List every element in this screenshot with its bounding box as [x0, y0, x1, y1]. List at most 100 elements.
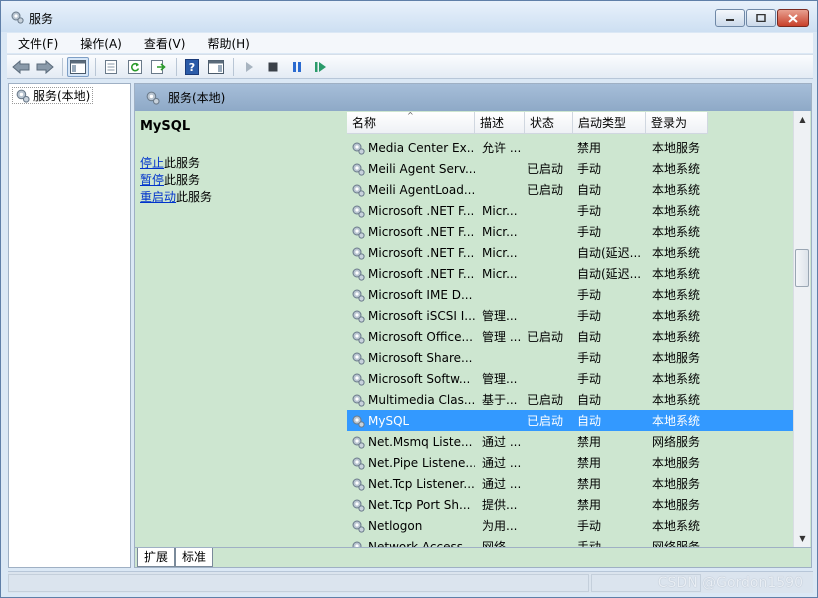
- maximize-icon: [756, 14, 766, 22]
- service-name-cell: Net.Pipe Listene...: [347, 456, 475, 470]
- service-name-cell: Microsoft Softw...: [347, 372, 475, 386]
- tab-standard[interactable]: 标准: [175, 548, 214, 567]
- console-tree: 服务(本地): [8, 83, 131, 568]
- menu-help[interactable]: 帮助(H): [196, 35, 260, 52]
- service-row[interactable]: Media Center Ex... 允许 ... 禁用 本地服务: [347, 137, 793, 158]
- service-row[interactable]: Microsoft Softw... 管理... 手动 本地系统: [347, 368, 793, 389]
- service-name: Microsoft Share...: [368, 350, 473, 365]
- service-row[interactable]: Microsoft Share... 手动 本地服务: [347, 347, 793, 368]
- service-row[interactable]: Microsoft .NET F... Micr... 手动 本地系统: [347, 200, 793, 221]
- pane-body: MySQL 停止此服务 暂停此服务 重启动此服务 ^ 名称 描述 状态 启动类型 …: [135, 111, 811, 547]
- service-row[interactable]: Net.Tcp Port Sh... 提供... 禁用 本地服务: [347, 494, 793, 515]
- service-gear-icon: [352, 226, 365, 239]
- service-row[interactable]: Multimedia Clas... 基于... 已启动 自动 本地系统: [347, 389, 793, 410]
- forward-icon: [36, 59, 54, 74]
- action-suffix: 此服务: [164, 173, 201, 187]
- service-name: Network Access ...: [368, 539, 475, 548]
- service-name: Microsoft .NET F...: [368, 203, 475, 218]
- service-log-on-as: 本地系统: [652, 393, 701, 407]
- service-row[interactable]: Microsoft IME D... 手动 本地系统: [347, 284, 793, 305]
- stop-service-button[interactable]: [262, 57, 284, 77]
- title-bar[interactable]: 服务: [1, 1, 817, 32]
- service-status: 已启动: [527, 183, 564, 197]
- service-log-on-as: 本地系统: [652, 267, 701, 281]
- vertical-scrollbar[interactable]: ▲ ▼: [793, 111, 810, 547]
- services-window: 服务 文件(F) 操作(A) 查看(V) 帮助(H) ? 服务(本地) 服务(本…: [0, 0, 818, 598]
- service-row[interactable]: Microsoft .NET F... Micr... 手动 本地系统: [347, 221, 793, 242]
- service-name-cell: Microsoft IME D...: [347, 288, 475, 302]
- service-description: 为用...: [482, 519, 518, 533]
- service-name: Meili AgentLoad...: [368, 182, 475, 197]
- close-button[interactable]: [777, 9, 809, 27]
- back-button[interactable]: [10, 57, 32, 77]
- column-header-name-label: 名称: [352, 116, 377, 130]
- service-row[interactable]: Net.Pipe Listene... 通过 ... 禁用 本地服务: [347, 452, 793, 473]
- maximize-button[interactable]: [746, 9, 776, 27]
- service-row[interactable]: Network Access ... 网络... 手动 网络服务: [347, 536, 793, 547]
- service-log-on-as: 本地系统: [652, 162, 701, 176]
- service-row[interactable]: MySQL 已启动 自动 本地系统: [347, 410, 793, 431]
- tree-item-label: 服务(本地): [33, 89, 91, 103]
- service-row[interactable]: Net.Msmq Liste... 通过 ... 禁用 网络服务: [347, 431, 793, 452]
- help-button[interactable]: ?: [181, 57, 203, 77]
- service-row[interactable]: Meili AgentLoad... 已启动 自动 本地系统: [347, 179, 793, 200]
- window-title: 服务: [29, 12, 54, 26]
- service-startup-type: 自动: [577, 330, 602, 344]
- scroll-up-icon[interactable]: ▲: [794, 111, 811, 128]
- tree-item-services-local[interactable]: 服务(本地): [12, 87, 94, 104]
- resume-service-icon: [315, 61, 326, 72]
- column-header-status[interactable]: 状态: [525, 112, 573, 134]
- export-list-button[interactable]: [148, 57, 170, 77]
- service-gear-icon: [352, 394, 365, 407]
- menu-file[interactable]: 文件(F): [7, 35, 69, 52]
- service-row[interactable]: Net.Tcp Listener... 通过 ... 禁用 本地服务: [347, 473, 793, 494]
- pause-service-link[interactable]: 暂停: [140, 173, 164, 187]
- service-name: MySQL: [368, 413, 410, 428]
- column-header-startup-type[interactable]: 启动类型: [573, 112, 646, 134]
- scroll-down-icon[interactable]: ▼: [794, 530, 811, 547]
- service-log-on-as: 本地服务: [652, 477, 701, 491]
- service-row[interactable]: Meili Agent Serv... 已启动 手动 本地系统: [347, 158, 793, 179]
- service-row[interactable]: Microsoft iSCSI I... 管理... 手动 本地系统: [347, 305, 793, 326]
- stop-service-link[interactable]: 停止: [140, 156, 164, 170]
- menu-bar: 文件(F) 操作(A) 查看(V) 帮助(H): [7, 33, 813, 53]
- pane-header-title: 服务(本地): [168, 91, 226, 105]
- scrollbar-thumb[interactable]: [795, 249, 809, 287]
- service-row[interactable]: Netlogon 为用... 手动 本地系统: [347, 515, 793, 536]
- service-description: 通过 ...: [482, 477, 522, 491]
- restart-service-link[interactable]: 重启动: [140, 190, 176, 204]
- service-row[interactable]: Microsoft .NET F... Micr... 自动(延迟... 本地系统: [347, 263, 793, 284]
- service-description: 通过 ...: [482, 435, 522, 449]
- service-description: 提供...: [482, 498, 518, 512]
- column-header-name[interactable]: ^ 名称: [347, 111, 475, 134]
- service-startup-type: 手动: [577, 519, 602, 533]
- refresh-button[interactable]: [124, 57, 146, 77]
- toolbar-separator: [233, 57, 234, 76]
- show-hide-action-pane-button[interactable]: [205, 57, 227, 77]
- column-header-log-on-as[interactable]: 登录为: [646, 112, 708, 134]
- resume-service-button[interactable]: [310, 57, 332, 77]
- forward-button[interactable]: [34, 57, 56, 77]
- service-log-on-as: 本地系统: [652, 330, 701, 344]
- service-log-on-as: 网络服务: [652, 435, 701, 449]
- service-log-on-as: 本地系统: [652, 183, 701, 197]
- service-description: 基于...: [482, 393, 518, 407]
- minimize-button[interactable]: [715, 9, 745, 27]
- service-row[interactable]: Microsoft .NET F... Micr... 自动(延迟... 本地系统: [347, 242, 793, 263]
- service-name-cell: Netlogon: [347, 519, 475, 533]
- service-startup-type: 手动: [577, 309, 602, 323]
- menu-view[interactable]: 查看(V): [133, 35, 197, 52]
- service-startup-type: 手动: [577, 351, 602, 365]
- column-header-description[interactable]: 描述: [475, 112, 525, 134]
- selected-service-name: MySQL: [140, 119, 191, 134]
- service-gear-icon: [352, 268, 365, 281]
- service-name-cell: Microsoft .NET F...: [347, 225, 475, 239]
- service-gear-icon: [352, 310, 365, 323]
- menu-action[interactable]: 操作(A): [69, 35, 133, 52]
- properties-button[interactable]: [100, 57, 122, 77]
- pause-service-button[interactable]: [286, 57, 308, 77]
- service-row[interactable]: Microsoft Office... 管理 ... 已启动 自动 本地系统: [347, 326, 793, 347]
- start-service-button[interactable]: [238, 57, 260, 77]
- tab-extended[interactable]: 扩展: [137, 548, 176, 567]
- show-hide-tree-button[interactable]: [67, 56, 89, 77]
